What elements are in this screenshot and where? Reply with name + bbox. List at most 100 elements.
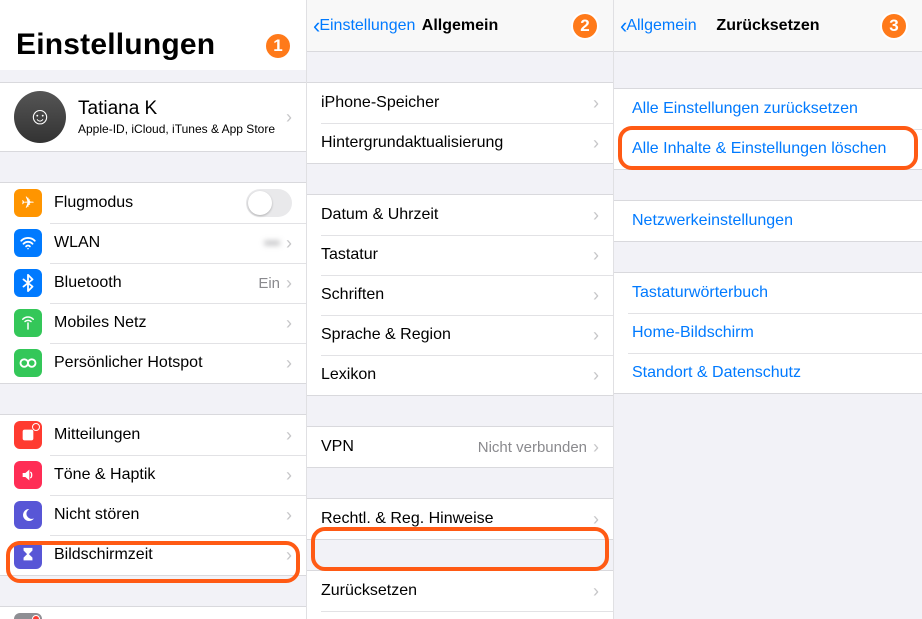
wlan-label: WLAN	[54, 234, 264, 252]
reset-navbar: ‹ Allgemein Zurücksetzen	[614, 0, 922, 52]
moon-icon	[14, 501, 42, 529]
chevron-right-icon: ›	[593, 437, 599, 458]
dictionary-row[interactable]: Lexikon ›	[307, 355, 613, 395]
network-group: ✈ Flugmodus WLAN ••• › Bluetooth Ein ›	[0, 182, 306, 384]
airplane-icon: ✈	[14, 189, 42, 217]
chevron-right-icon: ›	[286, 313, 292, 334]
screentime-row[interactable]: Bildschirmzeit ›	[0, 535, 306, 575]
profile-sub: Apple-ID, iCloud, iTunes & App Store	[78, 122, 286, 136]
chevron-right-icon: ›	[286, 353, 292, 374]
fonts-row[interactable]: Schriften ›	[307, 275, 613, 315]
reset-group: Zurücksetzen › Ausschalten	[307, 570, 613, 619]
general-row[interactable]: Allgemein ›	[0, 607, 306, 619]
gear-icon	[14, 613, 42, 619]
vpn-value: Nicht verbunden	[478, 439, 587, 456]
profile-name: Tatiana K	[78, 98, 286, 120]
reset-main-group: Alle Einstellungen zurücksetzen Alle Inh…	[614, 88, 922, 170]
notifications-label: Mitteilungen	[54, 426, 286, 444]
chevron-right-icon: ›	[593, 581, 599, 602]
wlan-row[interactable]: WLAN ••• ›	[0, 223, 306, 263]
general-panel: 2 ‹ Einstellungen Allgemein iPhone-Speic…	[307, 0, 614, 619]
notifications-group: Mitteilungen › Töne & Haptik › Nicht stö…	[0, 414, 306, 576]
back-label: Allgemein	[626, 17, 696, 35]
settings-title: Einstellungen	[16, 28, 290, 62]
settings-big-header: Einstellungen	[0, 0, 306, 70]
notifications-row[interactable]: Mitteilungen ›	[0, 415, 306, 455]
general-navbar: ‹ Einstellungen Allgemein	[307, 0, 613, 52]
chevron-right-icon: ›	[593, 245, 599, 266]
chevron-right-icon: ›	[286, 425, 292, 446]
language-region-row[interactable]: Sprache & Region ›	[307, 315, 613, 355]
chevron-right-icon: ›	[593, 285, 599, 306]
legal-group: Rechtl. & Reg. Hinweise ›	[307, 498, 613, 540]
step-badge-1: 1	[264, 32, 292, 60]
chevron-right-icon: ›	[286, 465, 292, 486]
cellular-label: Mobiles Netz	[54, 314, 286, 332]
chevron-right-icon: ›	[286, 273, 292, 294]
notifications-icon	[14, 421, 42, 449]
misc-reset-group: Tastaturwörterbuch Home-Bildschirm Stand…	[614, 272, 922, 394]
sounds-label: Töne & Haptik	[54, 466, 286, 484]
system-group: Allgemein › Kontrollzentrum ›	[0, 606, 306, 619]
sound-icon	[14, 461, 42, 489]
dnd-row[interactable]: Nicht stören ›	[0, 495, 306, 535]
reset-panel: 3 ‹ Allgemein Zurücksetzen Alle Einstell…	[614, 0, 922, 619]
chevron-right-icon: ›	[286, 545, 292, 566]
screentime-label: Bildschirmzeit	[54, 546, 286, 564]
bluetooth-value: Ein	[258, 275, 280, 292]
step-badge-3: 3	[880, 12, 908, 40]
reset-row[interactable]: Zurücksetzen ›	[307, 571, 613, 611]
keyboard-dict-row[interactable]: Tastaturwörterbuch	[614, 273, 922, 313]
vpn-row[interactable]: VPN Nicht verbunden ›	[307, 427, 613, 467]
localization-group: Datum & Uhrzeit › Tastatur › Schriften ›…	[307, 194, 613, 396]
network-group: Netzwerkeinstellungen	[614, 200, 922, 242]
settings-root-panel: 1 Einstellungen ☺ Tatiana K Apple-ID, iC…	[0, 0, 307, 619]
erase-all-row[interactable]: Alle Inhalte & Einstellungen löschen	[614, 129, 922, 169]
chevron-right-icon: ›	[286, 107, 292, 128]
bluetooth-row[interactable]: Bluetooth Ein ›	[0, 263, 306, 303]
chevron-right-icon: ›	[593, 133, 599, 154]
avatar: ☺	[14, 91, 66, 143]
apple-id-row[interactable]: ☺ Tatiana K Apple-ID, iCloud, iTunes & A…	[0, 83, 306, 151]
storage-group: iPhone-Speicher › Hintergrundaktualisier…	[307, 82, 613, 164]
bg-refresh-label: Hintergrundaktualisierung	[321, 134, 593, 152]
location-privacy-row[interactable]: Standort & Datenschutz	[614, 353, 922, 393]
bluetooth-icon	[14, 269, 42, 297]
iphone-storage-row[interactable]: iPhone-Speicher ›	[307, 83, 613, 123]
cellular-row[interactable]: Mobiles Netz ›	[0, 303, 306, 343]
hotspot-label: Persönlicher Hotspot	[54, 354, 286, 372]
sounds-row[interactable]: Töne & Haptik ›	[0, 455, 306, 495]
shutdown-row[interactable]: Ausschalten	[307, 611, 613, 619]
hotspot-row[interactable]: Persönlicher Hotspot ›	[0, 343, 306, 383]
hotspot-icon	[14, 349, 42, 377]
airplane-toggle[interactable]	[246, 189, 292, 217]
network-settings-row[interactable]: Netzwerkeinstellungen	[614, 201, 922, 241]
date-time-row[interactable]: Datum & Uhrzeit ›	[307, 195, 613, 235]
step-badge-2: 2	[571, 12, 599, 40]
chevron-right-icon: ›	[593, 93, 599, 114]
background-refresh-row[interactable]: Hintergrundaktualisierung ›	[307, 123, 613, 163]
chevron-right-icon: ›	[593, 205, 599, 226]
reset-all-settings-row[interactable]: Alle Einstellungen zurücksetzen	[614, 89, 922, 129]
back-to-general-button[interactable]: ‹ Allgemein	[620, 15, 697, 37]
hourglass-icon	[14, 541, 42, 569]
legal-row[interactable]: Rechtl. & Reg. Hinweise ›	[307, 499, 613, 539]
chevron-right-icon: ›	[286, 233, 292, 254]
chevron-right-icon: ›	[593, 325, 599, 346]
vpn-group: VPN Nicht verbunden ›	[307, 426, 613, 468]
home-screen-row[interactable]: Home-Bildschirm	[614, 313, 922, 353]
chevron-right-icon: ›	[593, 509, 599, 530]
back-to-settings-button[interactable]: ‹ Einstellungen	[313, 15, 415, 37]
airplane-mode-row[interactable]: ✈ Flugmodus	[0, 183, 306, 223]
back-label: Einstellungen	[319, 17, 415, 35]
wlan-value: •••	[264, 235, 280, 252]
dnd-label: Nicht stören	[54, 506, 286, 524]
airplane-label: Flugmodus	[54, 194, 246, 212]
keyboard-row[interactable]: Tastatur ›	[307, 235, 613, 275]
cellular-icon	[14, 309, 42, 337]
chevron-right-icon: ›	[593, 365, 599, 386]
bluetooth-label: Bluetooth	[54, 274, 258, 292]
storage-label: iPhone-Speicher	[321, 94, 593, 112]
chevron-right-icon: ›	[286, 505, 292, 526]
wifi-icon	[14, 229, 42, 257]
